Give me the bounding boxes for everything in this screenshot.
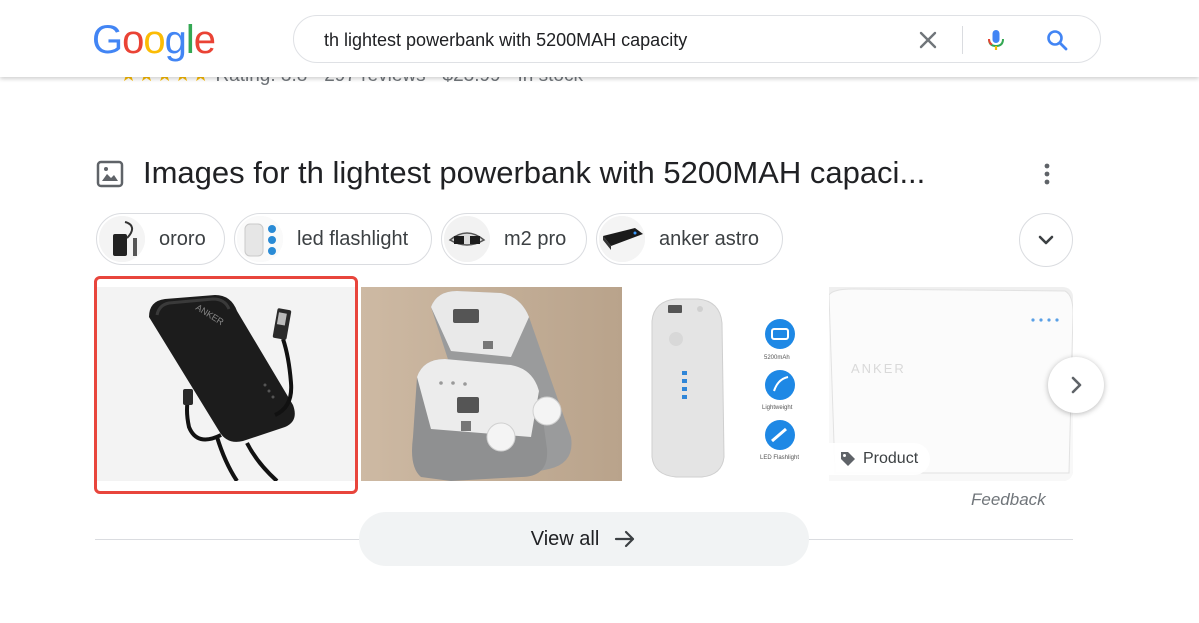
chip-ororo[interactable]: ororo xyxy=(96,213,225,265)
arrow-right-icon xyxy=(615,530,635,548)
view-all-label: View all xyxy=(530,527,600,550)
logo-letter: o xyxy=(143,18,165,62)
chip-label: led flashlight xyxy=(297,227,409,250)
chip-thumbnail xyxy=(237,216,283,262)
logo-letter: e xyxy=(193,18,216,62)
product-badge-label: Product xyxy=(863,450,919,467)
close-icon xyxy=(919,31,937,49)
search-divider xyxy=(962,26,963,54)
google-logo[interactable]: Google xyxy=(92,18,216,62)
search-button[interactable] xyxy=(1045,28,1069,52)
feedback-link[interactable]: Feedback xyxy=(971,490,1046,510)
chevron-right-icon xyxy=(1071,376,1082,394)
feature-label: Lightweight xyxy=(762,405,793,411)
feature-label: LED Flashlight xyxy=(760,455,799,461)
header-bar: Google xyxy=(0,0,1199,77)
logo-letter: G xyxy=(92,18,123,62)
clear-search-button[interactable] xyxy=(916,28,940,52)
chip-led-flashlight[interactable]: led flashlight xyxy=(234,213,432,265)
chip-thumbnail xyxy=(599,216,645,262)
feature-label: 5200mAh xyxy=(764,355,790,361)
search-icon xyxy=(1047,30,1068,51)
anker-logo-text: ANKER xyxy=(851,361,906,376)
chip-label: m2 pro xyxy=(504,227,567,250)
expand-chips-button[interactable] xyxy=(1019,213,1073,267)
image-result-silver-powerbanks[interactable] xyxy=(361,287,622,481)
next-images-button[interactable] xyxy=(1048,357,1104,413)
chip-thumbnail xyxy=(99,216,145,262)
search-input[interactable] xyxy=(324,28,884,52)
tag-icon xyxy=(841,452,855,466)
images-section-title[interactable]: Images for th lightest powerbank with 52… xyxy=(143,155,1003,191)
more-options-button[interactable] xyxy=(1033,158,1061,190)
chip-m2-pro[interactable]: m2 pro xyxy=(441,213,587,265)
voice-search-button[interactable] xyxy=(984,28,1008,52)
selected-image-highlight xyxy=(94,276,358,494)
search-box xyxy=(293,15,1101,63)
microphone-icon xyxy=(988,30,1004,50)
chip-label: ororo xyxy=(159,227,206,250)
image-icon xyxy=(96,160,124,188)
image-result-5200mah-flashlight[interactable]: 5200mAh Lightweight LED Flashlight xyxy=(628,287,823,481)
more-vert-icon xyxy=(1044,163,1050,185)
logo-letter: o xyxy=(122,18,144,62)
chevron-down-icon xyxy=(1038,235,1054,245)
chip-thumbnail xyxy=(444,216,490,262)
chip-anker-astro[interactable]: anker astro xyxy=(596,213,783,265)
logo-letter: g xyxy=(164,18,187,62)
chip-label: anker astro xyxy=(659,227,760,250)
product-badge: Product xyxy=(829,443,931,475)
logo-letter: l xyxy=(185,18,195,62)
view-all-button[interactable]: View all xyxy=(359,512,809,566)
